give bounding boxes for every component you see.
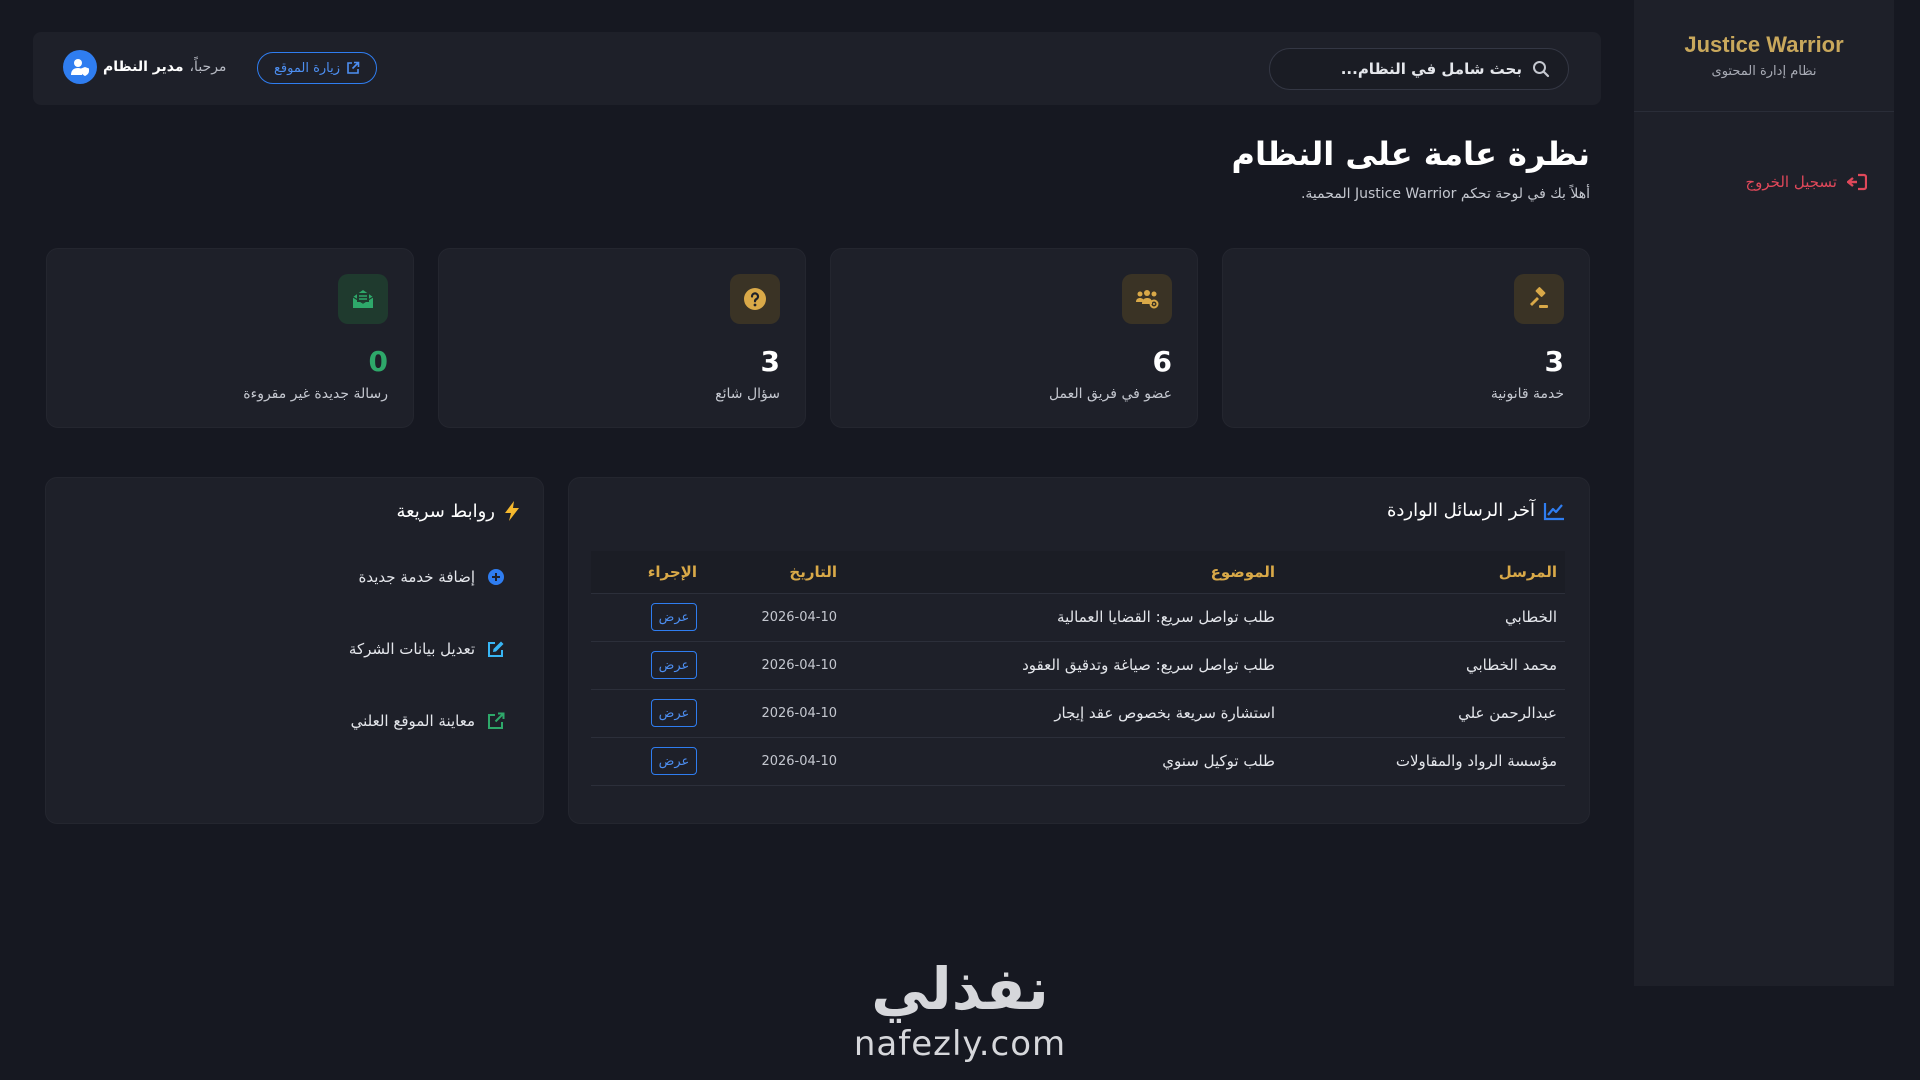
subject-cell: طلب تواصل سريع: القضايا العمالية <box>837 593 1275 642</box>
sender-cell: مؤسسة الرواد والمقاولات <box>1275 737 1565 786</box>
page-title: نظرة عامة على النظام <box>1231 135 1590 173</box>
quick-link-label: معاينة الموقع العلني <box>350 712 475 730</box>
page-subtitle: أهلاً بك في لوحة تحكم Justice Warrior ال… <box>1300 186 1590 202</box>
quick-links-panel: روابط سريعة إضافة خدمة جديدة تعديل بيانا… <box>45 477 544 824</box>
panel-title-text: آخر الرسائل الواردة <box>1386 500 1535 521</box>
users-cog-icon <box>1136 290 1159 309</box>
watermark-latin: nafezly.com <box>853 1024 1067 1064</box>
panel-title: آخر الرسائل الواردة <box>1387 500 1565 521</box>
sender-cell: محمد الخطابي <box>1275 641 1565 690</box>
view-message-button[interactable]: عرض <box>651 603 697 631</box>
stat-value: 0 <box>368 345 388 378</box>
sender-cell: عبدالرحمن علي <box>1275 689 1565 738</box>
plus-circle-icon <box>488 569 504 585</box>
stat-card-team: 6 عضو في فريق العمل <box>830 248 1198 428</box>
watermark-arabic: نفذلي <box>871 955 1049 1023</box>
external-link-icon <box>488 712 505 729</box>
action-cell: عرض <box>591 689 697 738</box>
avatar <box>63 50 97 84</box>
stat-card-messages: 0 رسالة جديدة غير مقروءة <box>46 248 414 428</box>
table-row: محمد الخطابي طلب تواصل سريع: صياغة وتدقي… <box>591 641 1565 690</box>
panel-title: روابط سريعة <box>396 500 521 522</box>
stat-label: رسالة جديدة غير مقروءة <box>243 386 388 402</box>
quick-link-add-service[interactable]: إضافة خدمة جديدة <box>359 568 506 586</box>
bolt-icon <box>505 501 519 521</box>
date-cell: 2026-04-10 <box>697 737 837 786</box>
stat-label: عضو في فريق العمل <box>1048 386 1172 402</box>
column-header: الإجراء <box>591 551 697 594</box>
view-message-button[interactable]: عرض <box>651 699 697 727</box>
stat-icon-box <box>1122 274 1172 324</box>
stat-icon-box <box>730 274 780 324</box>
view-message-button[interactable]: عرض <box>651 747 697 775</box>
sender-cell: الخطابي <box>1275 593 1565 642</box>
topbar: زيارة الموقع مرحباً، مدير النظام <box>33 32 1601 105</box>
messages-table: المرسل الموضوع التاريخ الإجراء الخطابي ط… <box>591 551 1565 786</box>
stat-label: سؤال شائع <box>715 386 780 402</box>
stat-icon-box <box>1514 274 1564 324</box>
quick-link-label: تعديل بيانات الشركة <box>348 640 475 658</box>
subject-cell: طلب تواصل سريع: صياغة وتدقيق العقود <box>837 641 1275 690</box>
logout-link[interactable]: تسجيل الخروج <box>1745 173 1867 191</box>
sign-out-icon <box>1847 173 1867 191</box>
table-row: الخطابي طلب تواصل سريع: القضايا العمالية… <box>591 593 1565 642</box>
stat-card-services: 3 خدمة قانونية <box>1222 248 1590 428</box>
subject-cell: استشارة سريعة بخصوص عقد إيجار <box>837 689 1275 738</box>
table-header-row: المرسل الموضوع التاريخ الإجراء <box>591 551 1565 594</box>
external-link-icon <box>347 61 360 74</box>
view-message-button[interactable]: عرض <box>651 651 697 679</box>
column-header: المرسل <box>1275 551 1565 594</box>
stat-value: 3 <box>1544 345 1564 378</box>
welcome-text: مرحباً، <box>189 59 227 75</box>
question-circle-icon <box>744 288 766 310</box>
brand-title: Justice Warrior <box>1684 32 1844 57</box>
admin-name: مدير النظام <box>103 59 184 75</box>
latest-messages-panel: آخر الرسائل الواردة المرسل الموضوع التار… <box>568 477 1590 824</box>
logout-label: تسجيل الخروج <box>1745 173 1837 191</box>
action-cell: عرض <box>591 593 697 642</box>
sidebar: Justice Warrior نظام إدارة المحتوى تسجيل… <box>1634 0 1894 986</box>
envelope-open-icon <box>352 290 374 308</box>
quick-link-label: إضافة خدمة جديدة <box>358 568 476 586</box>
table-row: مؤسسة الرواد والمقاولات طلب توكيل سنوي 2… <box>591 737 1565 786</box>
quick-link-edit-company[interactable]: تعديل بيانات الشركة <box>349 640 505 658</box>
stat-label: خدمة قانونية <box>1490 386 1564 402</box>
brand: Justice Warrior نظام إدارة المحتوى <box>1634 0 1894 112</box>
watermark: نفذلي nafezly.com <box>0 960 1920 1064</box>
date-cell: 2026-04-10 <box>697 593 837 642</box>
stat-value: 6 <box>1152 345 1172 378</box>
user-shield-icon <box>71 59 89 76</box>
global-search <box>1269 48 1569 90</box>
user-menu[interactable]: مرحباً، مدير النظام <box>63 50 226 84</box>
date-cell: 2026-04-10 <box>697 641 837 690</box>
edit-icon <box>488 641 504 657</box>
column-header: الموضوع <box>837 551 1275 594</box>
search-icon <box>1533 61 1550 78</box>
stat-card-faq: 3 سؤال شائع <box>438 248 806 428</box>
search-input[interactable] <box>1288 60 1522 78</box>
subject-cell: طلب توكيل سنوي <box>837 737 1275 786</box>
brand-subtitle: نظام إدارة المحتوى <box>1711 64 1817 79</box>
stat-value: 3 <box>760 345 780 378</box>
stat-icon-box <box>338 274 388 324</box>
stats-row: 3 خدمة قانونية 6 عضو في فريق العمل 3 سؤا… <box>44 248 1590 428</box>
panel-title-text: روابط سريعة <box>396 500 495 522</box>
quick-link-preview-site[interactable]: معاينة الموقع العلني <box>351 712 505 730</box>
column-header: التاريخ <box>697 551 837 594</box>
action-cell: عرض <box>591 737 697 786</box>
date-cell: 2026-04-10 <box>697 689 837 738</box>
visit-site-label: زيارة الموقع <box>274 60 341 76</box>
visit-site-button[interactable]: زيارة الموقع <box>257 52 378 84</box>
chart-line-icon <box>1543 502 1564 520</box>
table-row: عبدالرحمن علي استشارة سريعة بخصوص عقد إي… <box>591 689 1565 738</box>
action-cell: عرض <box>591 641 697 690</box>
gavel-icon <box>1530 287 1548 308</box>
